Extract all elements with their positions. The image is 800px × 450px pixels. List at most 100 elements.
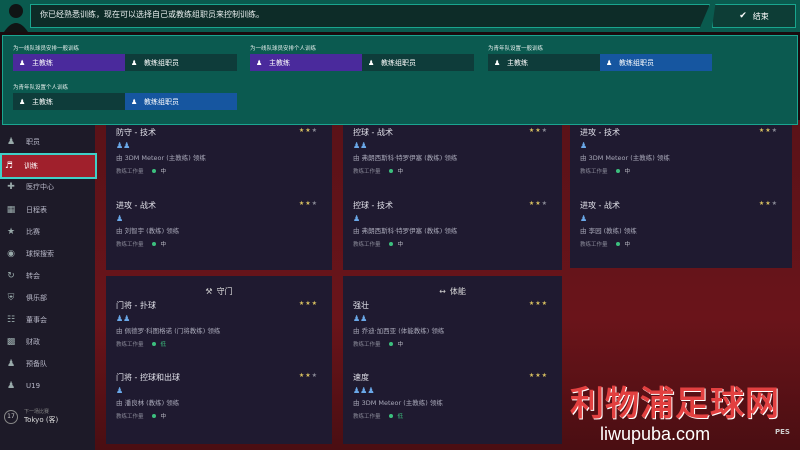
sidebar-item-label: 财政 xyxy=(26,338,40,346)
session-defense-technical[interactable]: 防守 - 技术 ★★★ ♟♟ 由 3DM Meteor (主教练) 领练 教练工… xyxy=(116,127,322,197)
session-speed[interactable]: 速度 ★★★ ♟♟♟ 由 3DM Meteor (主教练) 领练 教练工作量低 xyxy=(353,372,552,442)
sidebar-item-medical[interactable]: ✚ 医疗中心 xyxy=(4,177,94,197)
session-attack-tactical-2[interactable]: 进攻 - 战术 ★★★ ♟ 由 李园 (教练) 领练 教练工作量中 xyxy=(580,200,782,270)
assign-group-label: 为青年队设置一般训练 xyxy=(488,46,544,52)
card-attack: 进攻 - 技术 ★★★ ♟ 由 3DM Meteor (主教练) 领练 教练工作… xyxy=(570,120,792,268)
sidebar-item-label: 日程表 xyxy=(26,206,47,214)
player-icons: ♟ xyxy=(580,141,588,150)
people-icon: ♟ xyxy=(6,137,16,147)
session-gk-shot-stopping[interactable]: 门将 - 扑球 ★★★ ♟♟ 由 佩德罗·科图格诺 (门将教练) 领练 教练工作… xyxy=(116,300,322,370)
sidebar-item-board[interactable]: ☷ 董事会 xyxy=(4,310,94,330)
session-coach: 由 弗朗西斯科·特罗伊塞 (教练) 领练 xyxy=(353,154,458,162)
training-assignment-panel: 为一线队球员安排一般训练 ♟ 主教练 ♟ 教练组职员 为一线队球员安排个人训练 ♟ 主… xyxy=(2,35,798,125)
sidebar-item-label: 预备队 xyxy=(26,360,47,368)
group-icon: ♟ xyxy=(131,97,138,106)
session-control-tactical[interactable]: 控球 - 战术 ★★★ ♟♟ 由 弗朗西斯科·特罗伊塞 (教练) 领练 教练工作… xyxy=(353,127,552,197)
player-icons: ♟♟ xyxy=(116,141,131,150)
next-match-label: 下一场比赛 xyxy=(24,409,50,415)
assign-group-first-team-individual: 为一线队球员安排个人训练 ♟ 主教练 ♟ 教练组职员 xyxy=(250,44,474,71)
session-title: 门将 - 扑球 xyxy=(116,301,156,310)
sidebar-item-label: U19 xyxy=(26,382,41,390)
coach-workload: 教练工作量中 xyxy=(116,414,167,420)
coach-workload: 教练工作量中 xyxy=(353,242,404,248)
option-staff[interactable]: ♟ 教练组职员 xyxy=(125,93,237,110)
session-title: 控球 - 技术 xyxy=(353,201,393,210)
player-icons: ♟ xyxy=(116,214,124,223)
session-control-technical[interactable]: 控球 - 技术 ★★★ ♟ 由 弗朗西斯科·特罗伊塞 (教练) 领练 教练工作量… xyxy=(353,200,552,270)
session-gk-distribution[interactable]: 门将 - 控球和出球 ★★★ ♟ 由 潘良林 (教练) 领练 教练工作量中 xyxy=(116,372,322,442)
option-staff[interactable]: ♟ 教练组职员 xyxy=(362,54,474,71)
session-attack-tactical[interactable]: 进攻 - 战术 ★★★ ♟ 由 刘智宇 (教练) 领练 教练工作量中 xyxy=(116,200,322,270)
sidebar-item-club[interactable]: ⛨ 俱乐部 xyxy=(4,288,94,308)
session-title: 进攻 - 技术 xyxy=(580,128,620,137)
sidebar-item-reserves[interactable]: ♟ 预备队 xyxy=(4,354,94,374)
option-staff[interactable]: ♟ 教练组职员 xyxy=(125,54,237,71)
card-defense: 防守 - 技术 ★★★ ♟♟ 由 3DM Meteor (主教练) 领练 教练工… xyxy=(106,120,332,270)
rating-stars: ★★★ xyxy=(298,127,318,134)
card-header: ↔ 体能 xyxy=(439,287,466,296)
rating-stars: ★★★ xyxy=(528,372,548,379)
player-icons: ♟♟ xyxy=(353,314,368,323)
session-title: 进攻 - 战术 xyxy=(580,201,620,210)
group-icon: ♟ xyxy=(606,58,613,67)
person-icon: ♟ xyxy=(256,58,263,67)
session-title: 防守 - 技术 xyxy=(116,128,156,137)
session-title: 控球 - 战术 xyxy=(353,128,393,137)
session-strength[interactable]: 强壮 ★★★ ♟♟ 由 乔迪·加西亚 (体能教练) 领练 教练工作量中 xyxy=(353,300,552,370)
money-icon: ▩ xyxy=(6,337,16,347)
assign-group-youth-general: 为青年队设置一般训练 ♟ 主教练 ♟ 教练组职员 xyxy=(488,44,712,71)
option-manager[interactable]: ♟ 主教练 xyxy=(13,54,125,71)
coach-workload: 教练工作量低 xyxy=(116,342,167,348)
rating-stars: ★★★ xyxy=(528,127,548,134)
sidebar-item-staff[interactable]: ♟ 职员 xyxy=(4,132,94,152)
binoculars-icon: ◉ xyxy=(7,249,15,259)
finish-button-label: 结束 xyxy=(752,11,769,21)
player-icons: ♟♟ xyxy=(353,141,368,150)
sidebar-item-scouting[interactable]: ◉ 球探搜索 xyxy=(4,244,94,264)
next-match[interactable]: 17 下一场比赛 Tokyo (客) xyxy=(4,408,58,425)
person-icon: ♟ xyxy=(494,58,501,67)
coach-workload: 教练工作量中 xyxy=(353,342,404,348)
session-coach: 由 潘良林 (教练) 领练 xyxy=(116,399,180,407)
option-manager[interactable]: ♟ 主教练 xyxy=(13,93,125,110)
sidebar-item-matches[interactable]: ★ 比赛 xyxy=(4,222,94,242)
player-icons: ♟ xyxy=(580,214,588,223)
coach-workload: 教练工作量中 xyxy=(580,169,631,175)
trophy-icon: ★ xyxy=(6,227,16,237)
watermark-url: liwupuba.com xyxy=(600,424,711,444)
next-match-value: Tokyo (客) xyxy=(24,416,59,424)
card-control: 控球 - 战术 ★★★ ♟♟ 由 弗朗西斯科·特罗伊塞 (教练) 领练 教练工作… xyxy=(343,120,562,270)
sidebar-item-finance[interactable]: ▩ 财政 xyxy=(4,332,94,352)
option-manager[interactable]: ♟ 主教练 xyxy=(250,54,362,71)
sidebar-item-calendar[interactable]: ▦ 日程表 xyxy=(4,200,94,220)
board-icon: ☷ xyxy=(6,315,16,325)
coach-workload: 教练工作量中 xyxy=(116,169,167,175)
wrench-icon: ⚒ xyxy=(205,287,213,296)
card-fitness: ↔ 体能 强壮 ★★★ ♟♟ 由 乔迪·加西亚 (体能教练) 领练 教练工作量中 … xyxy=(343,276,562,444)
session-coach: 由 李园 (教练) 领练 xyxy=(580,227,637,235)
option-manager[interactable]: ♟ 主教练 xyxy=(488,54,600,71)
sidebar-item-label: 俱乐部 xyxy=(26,294,47,302)
session-attack-technical[interactable]: 进攻 - 技术 ★★★ ♟ 由 3DM Meteor (主教练) 领练 教练工作… xyxy=(580,127,782,197)
tutorial-banner: 你已经熟悉训练，现在可以选择自己或教练组职员来控制训练。 ✔ 结束 xyxy=(0,0,800,32)
card-header: ⚒ 守门 xyxy=(205,287,233,296)
option-staff[interactable]: ♟ 教练组职员 xyxy=(600,54,712,71)
training-icon: ♬ xyxy=(4,161,14,171)
finish-button[interactable]: ✔ 结束 xyxy=(712,4,796,28)
session-title: 强壮 xyxy=(353,301,369,310)
sidebar-item-transfers[interactable]: ↻ 转会 xyxy=(4,266,94,286)
site-watermark: 利物浦足球网 liwupuba.com xyxy=(560,376,800,450)
session-title: 速度 xyxy=(353,373,369,382)
person-icon: ♟ xyxy=(19,97,26,106)
sidebar-item-u19[interactable]: ♟ U19 xyxy=(4,376,94,396)
assign-group-youth-individual: 为青年队设置个人训练 ♟ 主教练 ♟ 教练组职员 xyxy=(13,83,237,110)
sidebar-item-label: 比赛 xyxy=(26,228,40,236)
session-coach: 由 弗朗西斯科·特罗伊塞 (教练) 领练 xyxy=(353,227,458,235)
sidebar-item-label: 转会 xyxy=(26,272,40,280)
sidebar-item-training[interactable]: ♬ 训练 xyxy=(0,153,97,179)
banner-message: 你已经熟悉训练，现在可以选择自己或教练组职员来控制训练。 xyxy=(40,10,264,19)
sidebar-item-label: 董事会 xyxy=(26,316,47,324)
sidebar-item-label: 训练 xyxy=(24,162,38,170)
rating-stars: ★★★ xyxy=(758,200,778,207)
assign-group-label: 为青年队设置个人训练 xyxy=(13,85,69,91)
